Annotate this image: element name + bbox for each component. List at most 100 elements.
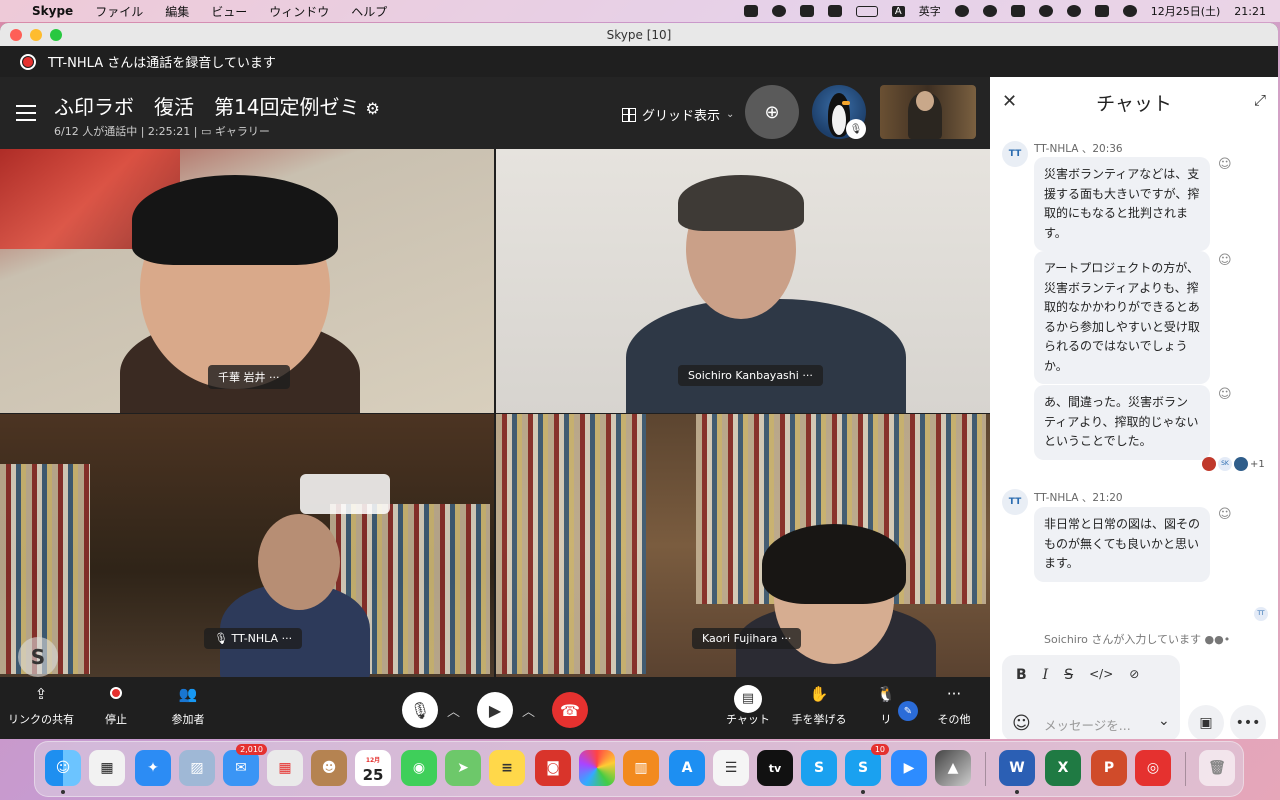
menu-app-name[interactable]: Skype — [32, 4, 73, 18]
react-button[interactable]: 🐧 リ — [874, 685, 898, 727]
battery-icon[interactable] — [855, 5, 878, 17]
participant-thumbnail-video[interactable] — [880, 85, 976, 139]
chat-button[interactable]: ▤ チャット — [724, 685, 772, 727]
status-check-icon[interactable] — [743, 5, 758, 17]
close-icon[interactable]: ✕ — [1002, 91, 1017, 112]
word-app-icon[interactable]: W — [999, 750, 1035, 786]
input-source-icon[interactable]: A — [891, 5, 905, 17]
camera-options-chevron-icon[interactable]: ︿ — [522, 701, 535, 720]
mission-control-app-icon[interactable]: ▦ — [89, 750, 125, 786]
more-options-icon[interactable]: ··· — [269, 371, 280, 384]
user-icon[interactable] — [982, 5, 997, 17]
participants-button[interactable]: 👥 参加者 — [168, 685, 208, 727]
keyboard-icon[interactable] — [1010, 5, 1025, 17]
wifi-icon[interactable] — [954, 5, 969, 17]
chat-message[interactable]: 非日常と日常の図は、図そのものが無くても良いかと思います。 — [1034, 507, 1210, 582]
camera-toggle-button[interactable]: ▶ — [477, 692, 513, 728]
window-titlebar[interactable]: Skype [10] — [0, 23, 1278, 46]
chat-message[interactable]: 災害ボランティアなどは、支援する面も大きいですが、搾取的にもなると批判されます。 — [1034, 157, 1210, 251]
mic-toggle-button[interactable]: 🎙 — [402, 692, 438, 728]
strikethrough-icon[interactable]: S — [1064, 667, 1073, 683]
read-receipts[interactable]: SK +1 — [1202, 457, 1265, 471]
message-composer[interactable]: B I S </> ⊘ ☺ メッセージを... ⌄ — [1002, 655, 1180, 739]
control-center-icon[interactable] — [1094, 5, 1109, 17]
notes-app-icon[interactable]: ≡ — [489, 750, 525, 786]
zoom-window-button[interactable] — [50, 29, 62, 41]
skype-active-app-icon[interactable]: S 10 — [845, 744, 889, 786]
video-tile-4[interactable]: Kaori Fujihara ··· — [496, 414, 990, 677]
spotlight-search-icon[interactable] — [1066, 5, 1081, 17]
sender-avatar[interactable]: TT — [1002, 141, 1028, 167]
mic-options-chevron-icon[interactable]: ︿ — [447, 701, 460, 720]
calendar-app-icon[interactable]: 12月 25 — [355, 750, 391, 786]
code-icon[interactable]: </> — [1089, 667, 1113, 683]
video-tile-3[interactable]: S 🎙 TT-NHLA ··· — [0, 414, 494, 677]
app-store-app-icon[interactable]: A — [669, 750, 705, 786]
apple-tv-app-icon[interactable]: tv — [757, 750, 793, 786]
preview-app-icon[interactable]: ▨ — [179, 750, 215, 786]
siri-icon[interactable] — [1122, 5, 1137, 17]
messages-app-icon[interactable]: ◉ — [401, 750, 437, 786]
finder-app-icon[interactable]: ☺ — [45, 750, 81, 786]
skype-app-icon[interactable]: S — [801, 750, 837, 786]
media-gallery-button[interactable]: ▣ — [1188, 705, 1224, 739]
chevron-down-icon[interactable]: ⌄ — [1158, 713, 1170, 729]
video-tile-1[interactable]: 千華 岩井 ··· — [0, 149, 494, 413]
contacts-app-icon[interactable]: ☻ — [311, 750, 347, 786]
trash-icon[interactable]: 🗑 — [1199, 750, 1235, 786]
participant-name-tag[interactable]: Kaori Fujihara ··· — [692, 628, 802, 649]
chat-message[interactable]: アートプロジェクトの方が、災害ボランティアよりも、搾取的なかかわりができるとある… — [1034, 251, 1210, 384]
time-machine-icon[interactable] — [1038, 5, 1053, 17]
participant-name-tag[interactable]: 🎙 TT-NHLA ··· — [204, 628, 303, 649]
security-app-icon[interactable]: ◎ — [1135, 750, 1171, 786]
menu-view[interactable]: ビュー — [211, 3, 247, 20]
minimize-window-button[interactable] — [30, 29, 42, 41]
photo-booth-app-icon[interactable]: ◙ — [535, 750, 571, 786]
gear-icon[interactable]: ⚙ — [365, 99, 379, 118]
photos-app-icon[interactable] — [579, 750, 615, 786]
end-call-button[interactable]: ☎ — [552, 692, 588, 728]
grid-view-button[interactable]: グリッド表示 ⌄ — [622, 105, 734, 124]
participant-name-tag[interactable]: Soichiro Kanbayashi ··· — [678, 365, 823, 386]
excel-app-icon[interactable]: X — [1045, 750, 1081, 786]
add-participant-button[interactable]: ⊕ — [745, 85, 799, 139]
share-link-button[interactable]: ⇪ リンクの共有 — [8, 685, 74, 727]
more-options-icon[interactable]: ··· — [781, 632, 792, 645]
react-smiley-icon[interactable]: ☺ — [1218, 387, 1232, 402]
more-options-icon[interactable]: ··· — [282, 632, 293, 645]
chat-message[interactable]: あ、間違った。災害ボランティアより、搾取的じゃないということでした。 — [1034, 385, 1210, 460]
zoom-app-icon[interactable]: ▶ — [891, 750, 927, 786]
maps-app-icon[interactable]: ➤ — [445, 750, 481, 786]
prism-app-icon[interactable]: ▲ — [935, 750, 971, 786]
raise-hand-button[interactable]: ✋ 手を挙げる — [790, 685, 848, 727]
stop-recording-button[interactable]: 停止 — [96, 685, 136, 727]
edit-pencil-icon[interactable]: ✎ — [898, 701, 918, 721]
reminders-app-icon[interactable]: ☰ — [713, 750, 749, 786]
menu-hamburger-icon[interactable] — [16, 105, 36, 126]
react-smiley-icon[interactable]: ☺ — [1218, 157, 1232, 172]
menubar-time[interactable]: 21:21 — [1234, 5, 1266, 18]
safari-app-icon[interactable]: ✦ — [135, 750, 171, 786]
menubar-date[interactable]: 12月25日(土) — [1151, 3, 1221, 19]
close-window-button[interactable] — [10, 29, 22, 41]
video-tile-2[interactable]: Soichiro Kanbayashi ··· — [496, 149, 990, 413]
mail-app-icon[interactable]: ✉ 2,010 — [223, 744, 267, 786]
react-smiley-icon[interactable]: ☺ — [1218, 253, 1232, 268]
bold-icon[interactable]: B — [1016, 667, 1027, 683]
sender-avatar[interactable]: TT — [1002, 489, 1028, 515]
menu-edit[interactable]: 編集 — [165, 3, 189, 20]
more-options-button[interactable]: ··· その他 — [932, 685, 976, 727]
status-cloud-icon[interactable] — [771, 5, 786, 17]
react-smiley-icon[interactable]: ☺ — [1218, 507, 1232, 522]
bluetooth-icon[interactable] — [827, 5, 842, 17]
powerpoint-app-icon[interactable]: P — [1091, 750, 1127, 786]
link-icon[interactable]: ⊘ — [1129, 667, 1139, 683]
message-input[interactable]: メッセージを... — [1044, 715, 1131, 734]
launchpad-app-icon[interactable]: ▦ — [267, 750, 303, 786]
menu-window[interactable]: ウィンドウ — [269, 3, 329, 20]
more-options-icon[interactable]: ··· — [802, 369, 813, 382]
menu-help[interactable]: ヘルプ — [351, 3, 387, 20]
books-app-icon[interactable]: ▥ — [623, 750, 659, 786]
emoji-icon[interactable]: ☺ — [1012, 713, 1031, 734]
italic-icon[interactable]: I — [1043, 667, 1049, 683]
